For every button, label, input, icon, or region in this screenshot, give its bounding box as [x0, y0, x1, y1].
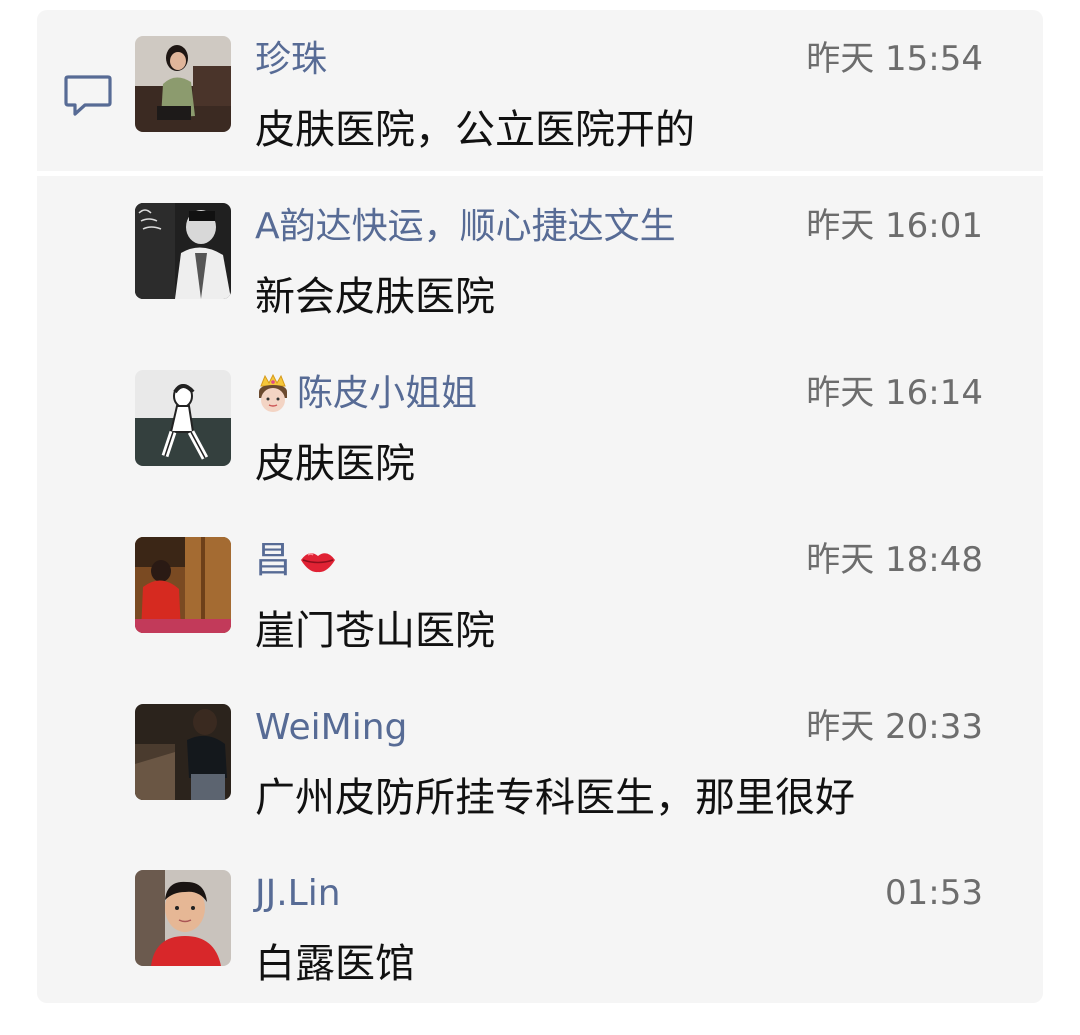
- commenter-name[interactable]: 珍珠: [255, 37, 327, 83]
- comment-text: 广州皮防所挂专科医生，那里很好: [255, 775, 855, 821]
- avatar[interactable]: [135, 537, 231, 633]
- avatar-red-wood: [135, 537, 231, 633]
- comment-time: 昨天 20:33: [806, 707, 983, 747]
- comment-time: 昨天 18:48: [806, 540, 983, 580]
- comment-time: 昨天 15:54: [806, 39, 983, 79]
- comment-item[interactable]: A韵达快运，顺心捷达文生 昨天 16:01 新会皮肤医院: [0, 203, 1080, 368]
- comment-item[interactable]: 珍珠 昨天 15:54 皮肤医院，公立医院开的: [0, 36, 1080, 201]
- avatar[interactable]: [135, 370, 231, 466]
- comment-text: 皮肤医院，公立医院开的: [255, 107, 695, 153]
- comment-item[interactable]: 昌 昨天 18:48 崖门苍山医院: [0, 537, 1080, 702]
- avatar-dark-photo: [135, 704, 231, 800]
- commenter-name[interactable]: 陈皮小姐姐: [255, 371, 477, 417]
- comment-item[interactable]: WeiMing 昨天 20:33 广州皮防所挂专科医生，那里很好: [0, 704, 1080, 869]
- commenter-name[interactable]: A韵达快运，顺心捷达文生: [255, 204, 676, 250]
- avatar[interactable]: [135, 36, 231, 132]
- comment-text: 白露医馆: [255, 941, 415, 987]
- avatar-young-man: [135, 870, 231, 966]
- avatar[interactable]: [135, 203, 231, 299]
- avatar-man-bw-new-collection: [135, 203, 231, 299]
- comment-time: 昨天 16:01: [806, 206, 983, 246]
- avatar[interactable]: [135, 704, 231, 800]
- avatar[interactable]: [135, 870, 231, 966]
- avatar-woman-sofa: [135, 36, 231, 132]
- princess-emoji: [259, 374, 287, 412]
- commenter-name[interactable]: 昌: [255, 538, 337, 584]
- commenter-name[interactable]: WeiMing: [255, 705, 407, 751]
- comment-time: 昨天 16:14: [806, 373, 983, 413]
- comment-text: 新会皮肤医院: [255, 274, 495, 320]
- avatar-sketch-girl: [135, 370, 231, 466]
- commenter-name[interactable]: JJ.Lin: [255, 871, 341, 917]
- comment-time: 01:53: [885, 873, 983, 913]
- lips-emoji: [301, 553, 336, 573]
- comment-item[interactable]: JJ.Lin 01:53 白露医馆: [0, 870, 1080, 1035]
- comment-text: 崖门苍山医院: [255, 608, 495, 654]
- comment-text: 皮肤医院: [255, 441, 415, 487]
- comment-item[interactable]: 陈皮小姐姐 昨天 16:14 皮肤医院: [0, 370, 1080, 535]
